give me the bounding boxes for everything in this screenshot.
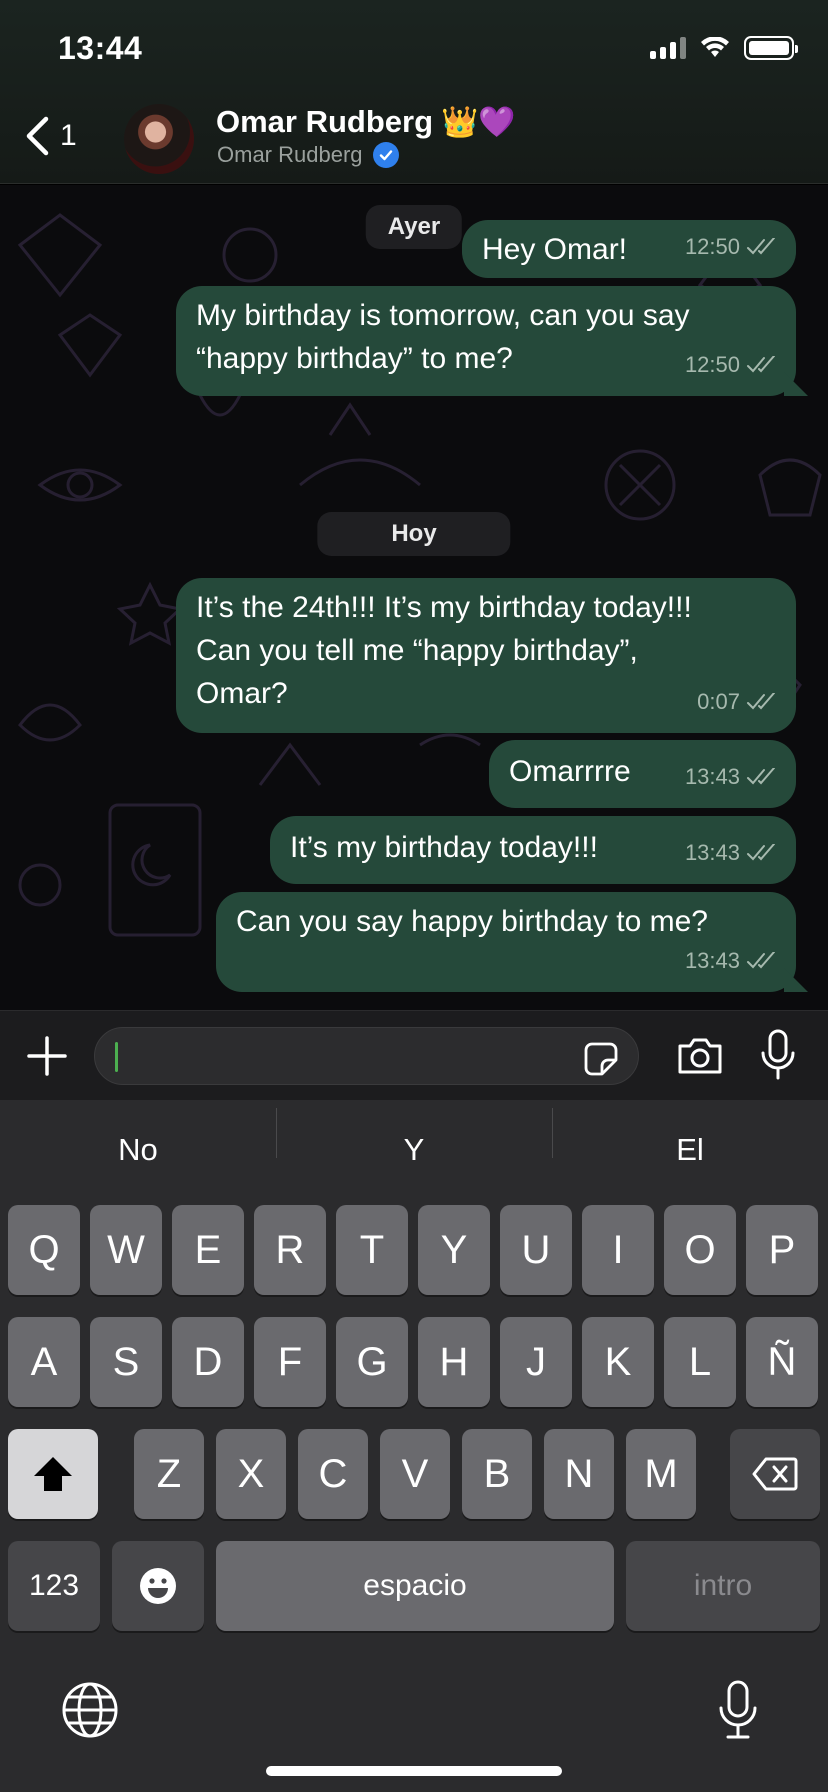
message-meta: 0:07 [697,680,778,723]
message-bubble[interactable]: It’s my birthday today!!! 13:43 [270,816,796,884]
message-list[interactable]: Ayer Hey Omar! 12:50 My birthday is tomo… [0,185,828,1010]
message-text: Omar? [196,677,288,710]
key-l[interactable]: L [664,1317,736,1407]
message-time: 13:43 [684,840,740,865]
message-time: 12:50 [684,352,740,377]
shift-key[interactable] [8,1429,98,1519]
message-bubble[interactable]: It’s the 24th!!! It’s my birthday today!… [176,578,796,733]
wifi-icon [701,37,729,57]
key-w[interactable]: W [90,1205,162,1295]
suggestion-y[interactable]: Y [276,1108,552,1168]
message-meta: 12:50 [685,225,778,268]
contact-subtitle: Omar Rudberg [217,142,399,168]
backspace-icon [752,1457,798,1491]
message-meta: 13:43 [685,939,778,982]
key-s[interactable]: S [90,1317,162,1407]
keyboard: No Y El Q W E R T Y U I O P A S D F G H … [0,1100,828,1792]
key-e[interactable]: E [172,1205,244,1295]
suggestion-el[interactable]: El [552,1108,828,1168]
chevron-left-icon [26,116,49,156]
key-i[interactable]: I [582,1205,654,1295]
shift-arrow-icon [34,1457,72,1491]
key-m[interactable]: M [626,1429,696,1519]
home-indicator[interactable] [266,1766,562,1776]
message-text: It’s the 24th!!! It’s my birthday today!… [196,591,692,624]
key-f[interactable]: F [254,1317,326,1407]
text-caret [115,1042,118,1072]
contact-name[interactable]: Omar Rudberg 👑💜 [216,104,516,140]
contact-subtitle-text: Omar Rudberg [217,142,363,167]
message-text: Can you tell me “happy birthday”, [196,634,638,667]
double-check-icon [747,951,775,968]
numbers-key[interactable]: 123 [8,1541,100,1631]
message-time: 12:50 [684,234,740,259]
contact-name-text: Omar Rudberg [216,104,434,139]
message-meta: 13:43 [685,755,778,798]
back-button[interactable]: 1 [24,116,77,156]
message-text: Can you say happy birthday to me? [236,905,708,938]
dictation-microphone-icon[interactable] [718,1680,758,1740]
key-b[interactable]: B [462,1429,532,1519]
key-n[interactable]: N [544,1429,614,1519]
message-time: 0:07 [697,689,740,714]
message-bubble[interactable]: Hey Omar! 12:50 [462,220,796,278]
double-check-icon [747,355,775,372]
chat-header: 13:44 1 Omar Rudberg 👑💜 Omar Rudberg [0,0,828,184]
emoji-icon [140,1568,176,1604]
day-separator-hoy: Hoy [317,512,511,556]
key-z[interactable]: Z [134,1429,204,1519]
microphone-icon[interactable] [760,1029,796,1081]
message-time: 13:43 [684,948,740,973]
battery-icon [744,36,798,60]
key-u[interactable]: U [500,1205,572,1295]
key-x[interactable]: X [216,1429,286,1519]
key-p[interactable]: P [746,1205,818,1295]
key-r[interactable]: R [254,1205,326,1295]
contact-avatar[interactable] [124,104,194,174]
message-bubble[interactable]: Can you say happy birthday to me? 13:43 [216,892,796,992]
suggestion-no[interactable]: No [0,1132,276,1168]
camera-icon[interactable] [676,1036,724,1076]
status-icons [650,36,798,60]
double-check-icon [747,237,775,254]
key-g[interactable]: G [336,1317,408,1407]
day-separator-ayer: Ayer [365,205,463,249]
delete-key[interactable] [730,1429,820,1519]
key-o[interactable]: O [664,1205,736,1295]
double-check-icon [747,692,775,709]
key-y[interactable]: Y [418,1205,490,1295]
key-q[interactable]: Q [8,1205,80,1295]
key-v[interactable]: V [380,1429,450,1519]
key-c[interactable]: C [298,1429,368,1519]
globe-icon[interactable] [60,1680,120,1740]
status-time: 13:44 [58,30,143,66]
message-text: My birthday is tomorrow, can you say [196,299,690,332]
message-time: 13:43 [684,764,740,789]
message-bubble[interactable]: My birthday is tomorrow, can you say “ha… [176,286,796,396]
message-input[interactable] [94,1027,639,1085]
key-d[interactable]: D [172,1317,244,1407]
contact-name-emojis: 👑💜 [441,105,516,139]
key-a[interactable]: A [8,1317,80,1407]
key-j[interactable]: J [500,1317,572,1407]
key-k[interactable]: K [582,1317,654,1407]
return-key[interactable]: intro [626,1541,820,1631]
sticker-icon[interactable] [584,1042,618,1076]
key-h[interactable]: H [418,1317,490,1407]
suggestion-bar: No Y El [0,1100,828,1200]
cellular-signal-icon [650,37,686,59]
key-t[interactable]: T [336,1205,408,1295]
message-bubble[interactable]: Omarrrre 13:43 [489,740,796,808]
double-check-icon [747,767,775,784]
emoji-key[interactable] [112,1541,204,1631]
double-check-icon [747,843,775,860]
message-meta: 12:50 [685,343,778,386]
message-meta: 13:43 [685,831,778,874]
plus-icon[interactable] [26,1035,68,1077]
composer-bar [0,1010,828,1100]
unread-count: 1 [60,119,77,152]
key-n-tilde[interactable]: Ñ [746,1317,818,1407]
space-key[interactable]: espacio [216,1541,614,1631]
verified-badge-icon [372,142,399,168]
